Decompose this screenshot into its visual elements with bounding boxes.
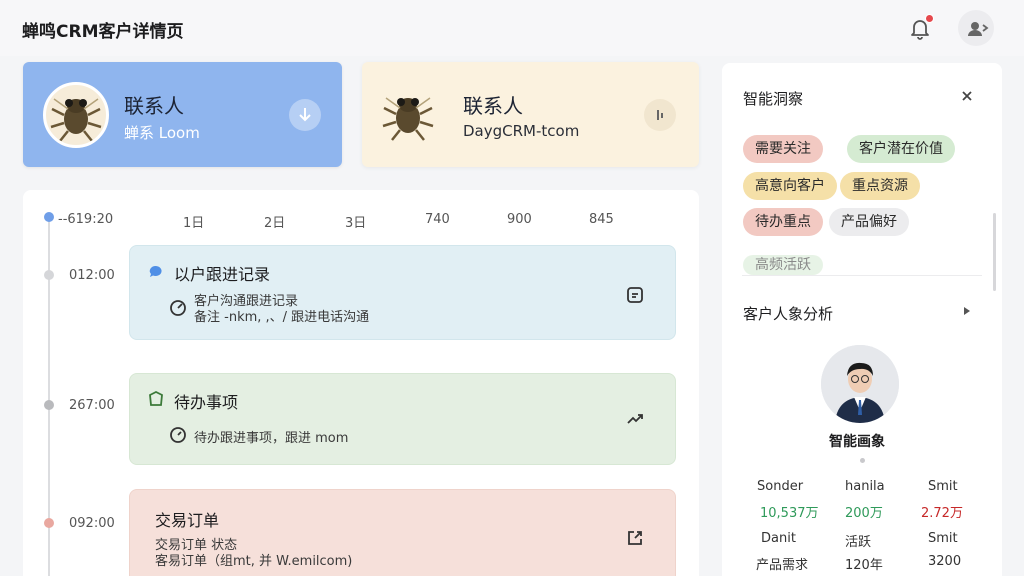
stat-value: 200万	[845, 506, 883, 521]
contact-card-secondary[interactable]: 联系人 DaygCRM-tcom	[362, 62, 699, 167]
event-title: 待办事项	[174, 393, 239, 412]
timeline-dot	[44, 400, 54, 410]
clock-icon	[170, 300, 186, 316]
insight-tag[interactable]: 高频活跃	[743, 255, 823, 275]
timeline-tick: 3日	[345, 216, 367, 231]
close-icon[interactable]	[960, 89, 974, 103]
page-title: 蝉鸣CRM客户详情页	[22, 22, 184, 42]
event-time: 092:00	[69, 516, 115, 531]
insight-tag[interactable]: 重点资源	[840, 172, 920, 200]
contact-name: 联系人	[124, 94, 184, 118]
cicada-avatar	[378, 84, 444, 150]
timeline-tick: 2日	[264, 216, 286, 231]
pause-button[interactable]	[644, 99, 676, 131]
event-card-todo[interactable]: 待办事项 待办跟进事项，跟进 mom	[129, 373, 676, 465]
download-icon	[299, 108, 311, 122]
insight-tag[interactable]: 产品偏好	[829, 208, 909, 236]
timeline-dot	[44, 518, 54, 528]
insight-tag[interactable]: 客户潜在价值	[847, 135, 955, 163]
chat-bubble-icon	[149, 265, 162, 277]
user-menu-button[interactable]	[958, 10, 994, 46]
trend-up-icon[interactable]	[624, 408, 646, 430]
stat-value: 2.72万	[921, 506, 963, 521]
clock-icon	[170, 427, 186, 443]
event-detail: 待办跟进事项，跟进 mom	[194, 431, 349, 446]
notification-button[interactable]	[906, 14, 934, 42]
stat-value: 10,537万	[760, 506, 819, 521]
document-icon[interactable]	[624, 284, 646, 306]
section-divider	[742, 275, 982, 276]
timeline-start-label: --619:20	[58, 212, 114, 227]
notification-badge	[925, 14, 934, 23]
stat-label: Danit	[761, 531, 796, 546]
cicada-avatar	[43, 82, 109, 148]
timeline-start-dot	[44, 212, 54, 222]
event-title: 以户跟进记录	[174, 265, 271, 284]
contact-name: 联系人	[463, 94, 523, 118]
event-time: 012:00	[69, 268, 115, 283]
stat-label: Sonder	[757, 479, 804, 494]
contact-subtitle: DaygCRM-tcom	[463, 122, 580, 140]
timeline-tick: 845	[589, 212, 614, 227]
carousel-indicator	[860, 458, 865, 463]
external-link-icon[interactable]	[624, 527, 646, 549]
chevron-right-icon[interactable]	[961, 305, 973, 317]
stat-value: 产品需求	[756, 558, 809, 573]
insight-tag[interactable]: 高意向客户	[743, 172, 837, 200]
stat-label: 活跃	[845, 535, 872, 550]
top-bar: 蝉鸣CRM客户详情页	[0, 0, 1024, 56]
scrollbar[interactable]	[993, 213, 996, 291]
event-time: 267:00	[69, 398, 115, 413]
timeline-tick: 900	[507, 212, 532, 227]
contact-subtitle: 蝉系 Loom	[124, 124, 200, 142]
stat-value: 3200	[928, 554, 962, 569]
event-card-followup[interactable]: 以户跟进记录 客户沟通跟进记录 备注 -nkm, ,、/ 跟进电话沟通	[129, 245, 676, 340]
event-detail: 备注 -nkm, ,、/ 跟进电话沟通	[194, 310, 370, 325]
event-card-order[interactable]: 交易订单 交易订单 状态 客易订单（组mt, 并 W.emilcom)	[129, 489, 676, 576]
timeline-tick: 1日	[183, 216, 205, 231]
insight-tag[interactable]: 需要关注	[743, 135, 823, 163]
insights-title: 智能洞察	[743, 90, 804, 108]
stat-label: Smit	[928, 531, 958, 546]
task-icon	[149, 390, 163, 406]
event-title: 交易订单	[155, 511, 220, 530]
insight-tag[interactable]: 待办重点	[743, 208, 823, 236]
contact-card-primary[interactable]: 联系人 蝉系 Loom	[23, 62, 342, 167]
download-button[interactable]	[289, 99, 321, 131]
stat-label: Smit	[928, 479, 958, 494]
customer-portrait	[821, 345, 899, 423]
user-switch-icon	[968, 22, 989, 36]
event-detail: 客易订单（组mt, 并 W.emilcom)	[155, 554, 353, 569]
stat-label: hanila	[845, 479, 885, 494]
profile-title: 客户人象分析	[743, 305, 834, 323]
timeline-dot	[44, 270, 54, 280]
timeline-tick: 740	[425, 212, 450, 227]
pause-icon	[657, 110, 663, 120]
stat-value: 120年	[845, 558, 883, 573]
portrait-label: 智能画象	[829, 434, 885, 450]
